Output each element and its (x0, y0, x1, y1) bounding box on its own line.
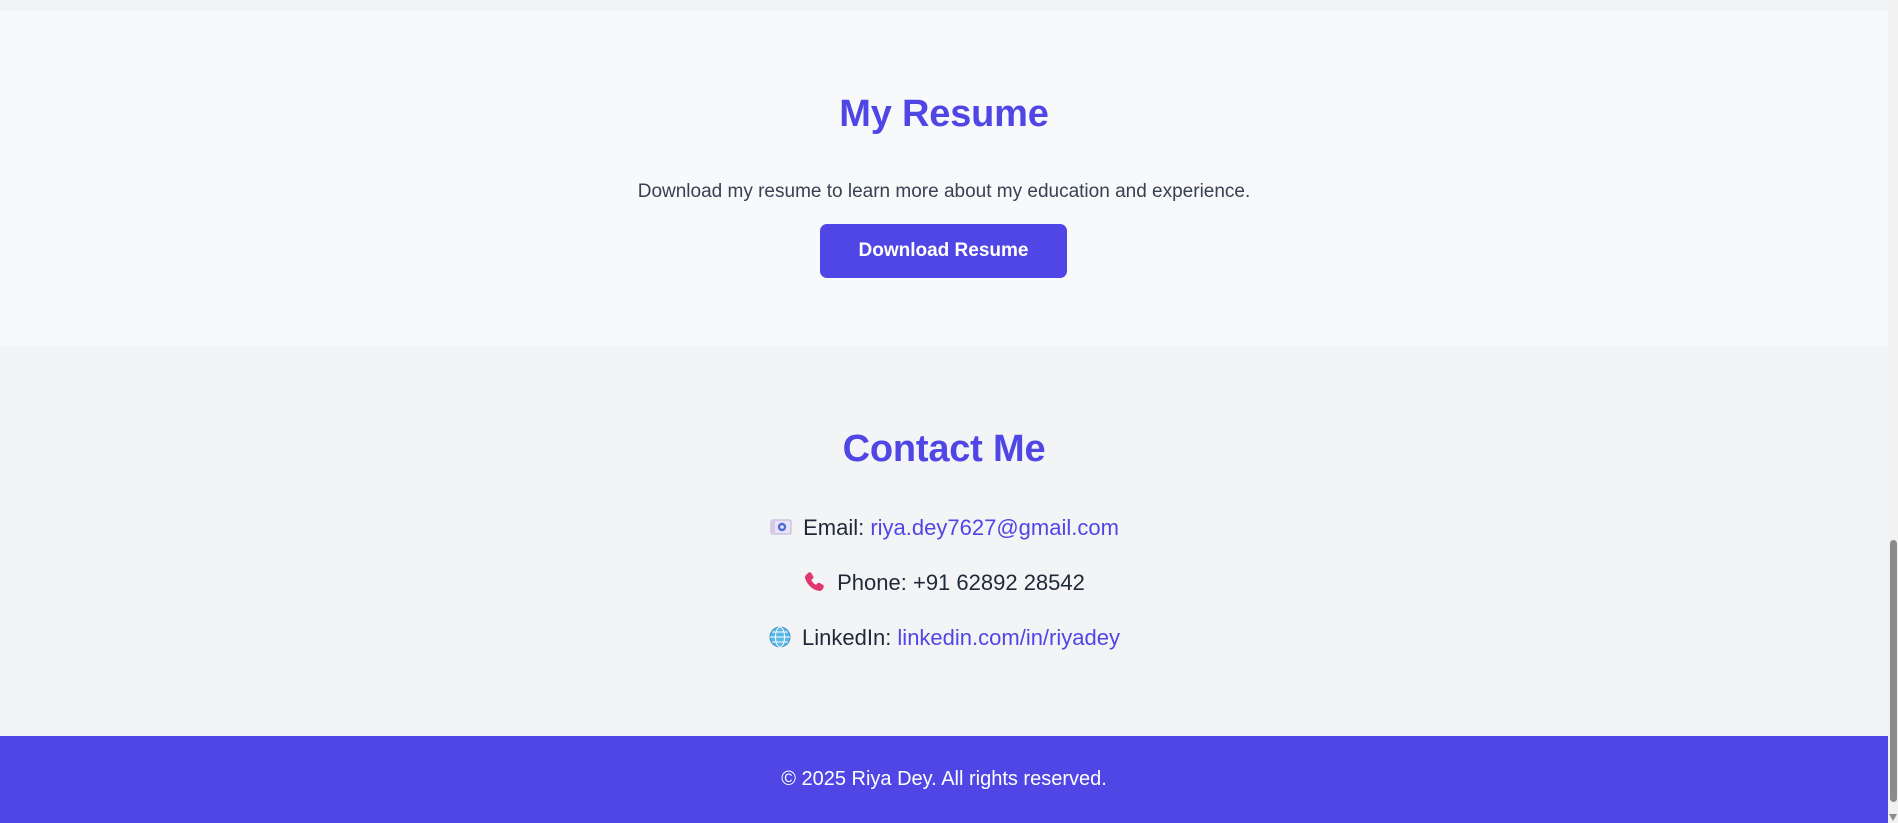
download-resume-button[interactable]: Download Resume (820, 224, 1067, 278)
resume-section: My Resume Download my resume to learn mo… (0, 11, 1888, 346)
email-label: Email: (803, 515, 871, 540)
contact-title: Contact Me (842, 428, 1046, 470)
contact-linkedin-row: LinkedIn: linkedin.com/in/riyadey (0, 623, 1888, 653)
linkedin-link[interactable]: linkedin.com/in/riyadey (897, 625, 1120, 650)
email-icon (769, 515, 793, 539)
resume-title: My Resume (839, 93, 1049, 135)
email-link[interactable]: riya.dey7627@gmail.com (870, 515, 1119, 540)
contact-email-row: Email: riya.dey7627@gmail.com (0, 513, 1888, 543)
scroll-down-arrow-icon[interactable] (1889, 814, 1897, 821)
page: My Resume Download my resume to learn mo… (0, 0, 1898, 823)
contact-phone-row: Phone: +91 62892 28542 (0, 568, 1888, 598)
phone-icon (803, 570, 827, 594)
footer: © 2025 Riya Dey. All rights reserved. (0, 736, 1888, 823)
resume-description: Download my resume to learn more about m… (637, 181, 1251, 202)
phone-label: Phone: (837, 570, 913, 595)
contact-section: Contact Me Email: riya.dey7627@gmail.com (0, 346, 1888, 736)
phone-number: +91 62892 28542 (912, 570, 1085, 595)
viewport: My Resume Download my resume to learn mo… (0, 0, 1888, 823)
footer-copyright: © 2025 Riya Dey. All rights reserved. (781, 768, 1107, 790)
previous-section-edge (0, 0, 1888, 11)
linkedin-label: LinkedIn: (802, 625, 898, 650)
globe-icon (768, 625, 792, 649)
scrollbar-thumb[interactable] (1890, 540, 1897, 802)
vertical-scrollbar[interactable] (1888, 0, 1898, 823)
